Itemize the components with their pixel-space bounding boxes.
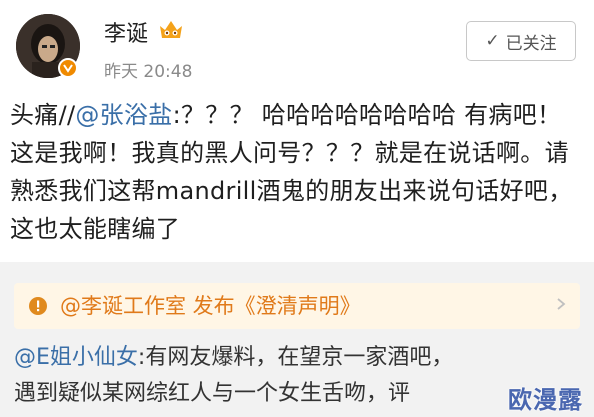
notice-text: @李诞工作室 发布《澄清声明》 bbox=[60, 294, 361, 318]
crown-icon bbox=[160, 21, 182, 38]
post-time: 昨天 20:48 bbox=[104, 62, 193, 82]
post-content: 头痛//@张浴盐:？？？ 哈哈哈哈哈哈哈哈 有病吧！这是我啊！我真的黑人问号？？… bbox=[10, 96, 580, 248]
clarification-notice[interactable]: @李诞工作室 发布《澄清声明》 bbox=[14, 283, 580, 329]
repost-card[interactable]: @李诞工作室 发布《澄清声明》 @E姐小仙女:有网友爆料，在望京一家酒吧， 遇到… bbox=[0, 262, 594, 417]
watermark: 欧漫露 bbox=[508, 386, 583, 414]
follow-button[interactable]: ✓ 已关注 bbox=[466, 21, 576, 61]
warning-icon bbox=[29, 297, 47, 315]
post-header: 李诞 昨天 20:48 ✓ 已关注 bbox=[0, 0, 594, 92]
check-icon: ✓ bbox=[485, 31, 500, 51]
chevron-right-icon bbox=[557, 298, 566, 310]
repost-author-link[interactable]: @E姐小仙女 bbox=[14, 345, 138, 370]
repost-line-1: :有网友爆料，在望京一家酒吧， bbox=[137, 345, 454, 370]
repost-text: @E姐小仙女:有网友爆料，在望京一家酒吧， 遇到疑似某网综红人与一个女生舌吻，评 bbox=[14, 340, 594, 412]
verified-badge-icon bbox=[58, 58, 78, 78]
content-prefix: 头痛// bbox=[10, 101, 76, 129]
repost-line-2: 遇到疑似某网综红人与一个女生舌吻，评 bbox=[14, 381, 411, 406]
mention-link[interactable]: @张浴盐 bbox=[75, 101, 172, 129]
follow-label: 已关注 bbox=[505, 33, 557, 54]
username[interactable]: 李诞 bbox=[104, 16, 148, 48]
